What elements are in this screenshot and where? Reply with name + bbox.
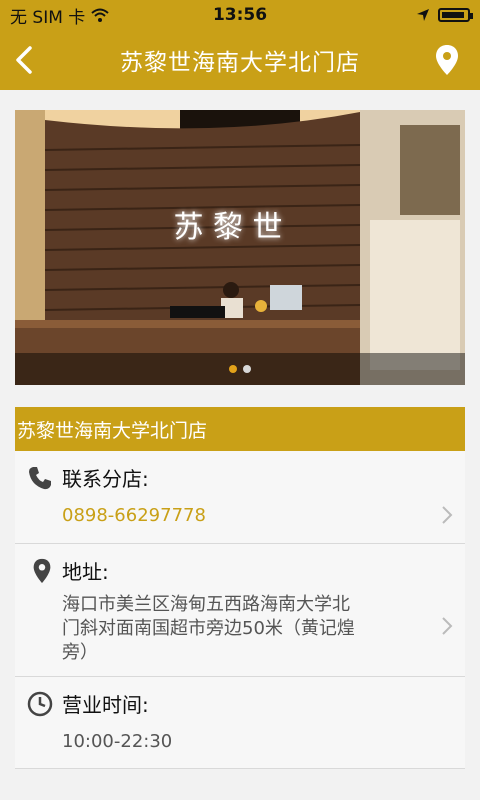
carousel-indicator [15,353,465,385]
page-title: 苏黎世海南大学北门店 [120,50,360,76]
address-line-2: 门斜对面南国超市旁边50米（黄记煌 [62,618,355,639]
hours-value: 10:00-22:30 [62,731,173,752]
clock-icon [27,691,53,717]
address-label: 地址: [62,560,109,584]
chevron-right-icon [442,506,453,524]
contact-label: 联系分店: [62,467,149,491]
back-chevron-icon[interactable] [10,44,40,76]
phone-icon [29,467,51,490]
contact-store-row[interactable]: 联系分店: 0898-66297778 [15,451,465,544]
carousel-dot-2[interactable] [243,365,251,373]
store-photo-carousel[interactable]: 苏 黎 世 [15,110,465,385]
status-bar: 无 SIM 卡 13:56 [0,0,480,30]
carousel-dot-1[interactable] [229,365,237,373]
address-line-3: 旁） [62,642,98,663]
phone-number[interactable]: 0898-66297778 [62,503,206,529]
map-pin-icon[interactable] [434,44,460,76]
location-pin-icon [33,558,51,584]
chevron-right-icon [442,617,453,635]
nav-bar: 苏黎世海南大学北门店 [0,30,480,90]
status-time: 13:56 [212,5,268,25]
store-sign-text: 苏 黎 世 [173,210,283,245]
store-photo [15,110,465,385]
hours-label: 营业时间: [62,693,149,717]
business-hours-row: 营业时间: 10:00-22:30 [15,677,465,769]
address-line-1: 海口市美兰区海甸五西路海南大学北 [62,594,350,615]
battery-level [442,12,464,18]
address-row[interactable]: 地址: 海口市美兰区海甸五西路海南大学北 门斜对面南国超市旁边50米（黄记煌 旁… [15,544,465,677]
store-name-header: 苏黎世海南大学北门店 [15,407,465,451]
battery-icon [438,8,473,22]
